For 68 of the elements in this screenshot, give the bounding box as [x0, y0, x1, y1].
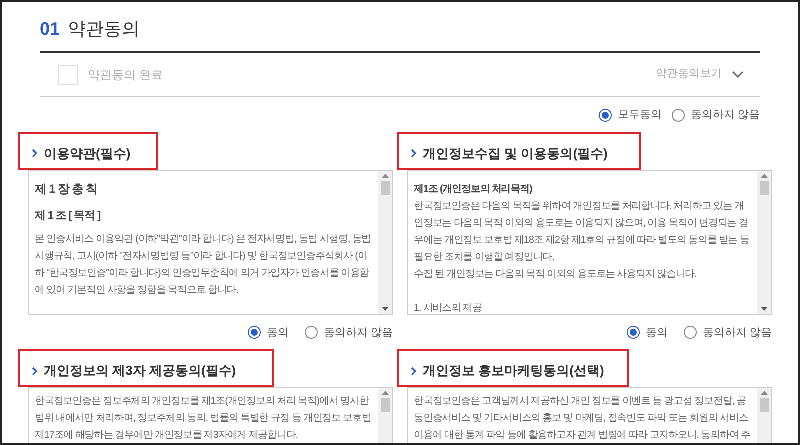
terms-text: 제 1 장 총 칙: [35, 180, 98, 198]
terms-text: 범위 내에서만 처리하며, 정보주체의 동의, 법률의 특별한 규정 등 개인정보 보호법: [35, 412, 372, 426]
terms-text: 인정보는 다음의 목적 이외의 용도로는 이용되지 않으며, 이용 목적이 변경되는 경: [414, 216, 748, 230]
scroll-up-icon[interactable]: [382, 391, 388, 395]
radio-label: 동의하지 않음: [690, 108, 760, 123]
terms-textbox[interactable]: 한국정보인증은 고객님께서 제공하신 개인 정보를 이벤트 등 광고성 정보전달, 공 동인증서비스 및 기타서비스의 홍보 및 마케팅, 접속빈도 파악 또는 회원의 서비스 이용에 대한 통계 파악 등에 활용하고자 관계 법령에 따라 고지하오니, 동의하여 주: [407, 387, 772, 443]
radio-option[interactable]: 모두동의: [598, 107, 662, 124]
terms-text: 제1조 (개인정보의 처리목적): [414, 182, 532, 196]
radio-button[interactable]: [304, 326, 318, 340]
radio-button[interactable]: [248, 326, 261, 340]
terms-text: 에 있어 기본적인 사항을 정함을 목적으로 합니다.: [35, 284, 238, 298]
scrollbar[interactable]: [378, 170, 392, 314]
scrollbar[interactable]: [757, 170, 771, 314]
scrollbar[interactable]: [757, 388, 771, 443]
terms-textbox[interactable]: 한국정보인증은 정보주체의 개인정보를 제1조(개인정보의 처리 목적)에서 명시한 범위 내에서만 처리하며, 정보주체의 동의, 법률의 특별한 규정 등 개인정보 보호법 제17조에 해당하는 경우에만 개인정보를 제3자에게 제공합니다.: [28, 387, 393, 443]
chevron-right-icon: [411, 366, 417, 376]
radio-label: 동의하지 않음: [324, 326, 393, 340]
section-title: 개인정보 홍보마케팅동의(선택): [423, 362, 604, 380]
terms-text: 우에는 개인정보 보호법 제18조 제2항 제1호의 규정에 따라 별도의 동의를 받는 등: [414, 234, 750, 248]
step-number: 01: [40, 18, 60, 41]
radio-button[interactable]: [672, 108, 685, 122]
radio-button[interactable]: [598, 108, 612, 122]
terms-text: 제17조에 해당하는 경우에만 개인정보를 제3자에게 제공합니다.: [35, 429, 298, 443]
terms-text: 필요한 조치를 이행할 예정입니다.: [414, 250, 554, 264]
radio-option[interactable]: 동의: [248, 324, 289, 341]
section-title: 개인정보수집 및 이용동의(필수): [423, 144, 608, 163]
checkbox-label: 약관동의 완료: [88, 66, 164, 84]
scroll-down-icon[interactable]: [760, 306, 768, 310]
terms-text: 한국정보인증은 고객님께서 제공하신 개인 정보를 이벤트 등 광고성 정보전달, 공: [414, 395, 746, 409]
terms-text: 본 인증서비스 이용약관 (이하"약관"이라 합니다) 은 전자서명법, 동법 시행령, 동법: [35, 232, 372, 246]
scroll-thumb[interactable]: [380, 180, 390, 194]
scroll-down-icon[interactable]: [382, 306, 388, 310]
terms-text: 동인증서비스 및 기타서비스의 홍보 및 마케팅, 접속빈도 파악 또는 회원의 서비스: [414, 412, 748, 426]
terms-text: 한국정보인증은 정보주체의 개인정보를 제1조(개인정보의 처리 목적)에서 명시한: [35, 395, 369, 409]
scroll-up-icon[interactable]: [760, 391, 768, 395]
radio-button[interactable]: [684, 326, 697, 340]
radio-label: 동의: [646, 326, 668, 340]
scroll-thumb[interactable]: [380, 398, 390, 412]
terms-textbox[interactable]: 제 1 장 총 칙 제 1 조 [ 목적 ] 본 인증서비스 이용약관 (이하"약관"이라 합니다) 은 전자서명법, 동법 시행령, 동법 시행규칙, 고시(이하 "전자서명법령 등"이라 합니다) 및 한국정보인증주식회사 (이 하 "한국정보인증"이라 합니다)의 인증업무준칙에 의거 가입자가 인증서를 이용함 에 있어 기본적인 사항을 정함을 목적으로 합니다.: [28, 170, 393, 314]
terms-text: 1. 서비스의 제공: [414, 302, 482, 314]
radio-label: 동의하지 않음: [702, 326, 772, 340]
radio-option[interactable]: 동의: [626, 324, 668, 341]
scroll-thumb[interactable]: [760, 180, 768, 194]
radio-button[interactable]: [626, 326, 640, 340]
section-title: 개인정보의 제3자 제공동의(필수): [44, 362, 236, 380]
radio-label: 모두동의: [618, 108, 662, 123]
radio-option[interactable]: 동의하지 않음: [304, 324, 393, 341]
terms-textbox[interactable]: [407, 170, 772, 314]
chevron-right-icon: [32, 149, 38, 158]
terms-text: 한국정보인증은 다음의 목적을 위하여 개인정보를 처리합니다. 처리하고 있는 개: [414, 200, 744, 214]
scroll-up-icon[interactable]: [760, 174, 768, 178]
chevron-right-icon: [411, 149, 417, 158]
section-title: 이용약관(필수): [44, 144, 131, 163]
terms-text: 하 "한국정보인증"이라 합니다)의 인증업무준칙에 의거 가입자가 인증서를 이용함: [35, 266, 370, 280]
radio-label: 동의: [266, 326, 289, 340]
chevron-down-icon: [732, 71, 744, 78]
page-title: 약관동의: [68, 18, 140, 41]
checkbox[interactable]: [58, 64, 78, 84]
chevron-right-icon: [32, 366, 38, 376]
scrollbar[interactable]: [378, 388, 392, 443]
terms-text: 수집 된 개인정보는 다음의 목적 이외의 용도로는 사용되지 않습니다.: [414, 268, 697, 282]
radio-option[interactable]: 동의하지 않음: [672, 107, 760, 124]
terms-text: 시행규칙, 고시(이하 "전자서명법령 등"이라 합니다) 및 한국정보인증주식회사 (이: [35, 250, 368, 264]
radio-option[interactable]: 동의하지 않음: [684, 324, 772, 341]
scroll-up-icon[interactable]: [382, 174, 388, 178]
scroll-thumb[interactable]: [760, 398, 768, 412]
terms-text: 이용에 대한 통계 파악 등에 활용하고자 관계 법령에 따라 고지하오니, 동의하여 주: [414, 429, 750, 443]
terms-text: 제 1 조 [ 목적 ]: [35, 208, 101, 224]
